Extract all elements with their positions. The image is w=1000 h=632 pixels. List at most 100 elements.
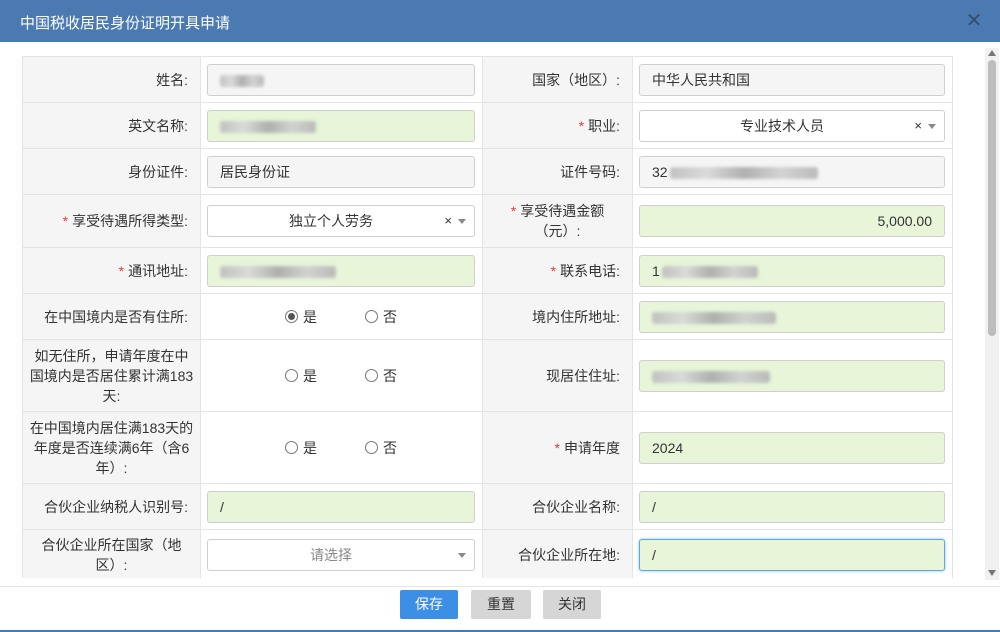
occupation-value: 专业技术人员 — [740, 117, 824, 134]
redacted-value — [220, 74, 264, 87]
radio-unchecked-icon[interactable] — [285, 441, 299, 454]
radio-label: 是 — [303, 367, 318, 384]
occupation-label: * 职业: — [482, 102, 633, 149]
residence-no-radio[interactable]: 否 — [364, 307, 397, 327]
chevron-down-icon[interactable] — [928, 123, 936, 129]
clear-icon[interactable]: × — [444, 206, 452, 236]
id-type-label: 身份证件: — [22, 148, 201, 195]
redacted-value — [661, 265, 758, 278]
six-years-yes-radio[interactable]: 是 — [285, 438, 317, 458]
apply-year-label: * 申请年度 — [482, 411, 633, 484]
radio-unchecked-icon[interactable] — [364, 369, 378, 382]
phone-prefix: 1 — [652, 262, 660, 279]
phone-label-text: 联系电话: — [560, 262, 620, 279]
english-name-label: 英文名称: — [22, 102, 201, 149]
partner-name-field[interactable]: / — [639, 490, 945, 523]
id-number-field[interactable]: 32 — [639, 155, 945, 188]
dialog-title: 中国税收居民身份证明开具申请 — [20, 15, 231, 32]
radio-unchecked-icon[interactable] — [285, 369, 299, 382]
address-label: * 通讯地址: — [22, 247, 201, 294]
redacted-value — [652, 311, 776, 324]
chevron-down-icon[interactable] — [458, 219, 466, 224]
radio-checked-icon[interactable] — [285, 310, 299, 323]
form-row: 英文名称: * 职业: 专业技术人员 × — [22, 102, 953, 149]
scroll-down-icon[interactable] — [988, 570, 996, 576]
id-type-field[interactable]: 居民身份证 — [207, 155, 475, 188]
six-years-radio-group: 是 否 — [200, 411, 483, 484]
name-field[interactable] — [207, 63, 475, 96]
radio-label: 是 — [303, 439, 318, 456]
residence-label: 在中国境内是否有住所: — [22, 293, 201, 340]
required-mark: * — [554, 439, 560, 456]
income-type-value: 独立个人劳务 — [289, 213, 373, 229]
radio-label: 否 — [382, 367, 397, 384]
apply-year-field[interactable]: 2024 — [639, 431, 945, 464]
radio-label: 否 — [382, 439, 397, 456]
domestic-address-field[interactable] — [639, 300, 945, 333]
id-number-label: 证件号码: — [482, 148, 633, 195]
required-mark: * — [62, 213, 69, 229]
dialog-titlebar: 中国税收居民身份证明开具申请 ✕ — [0, 0, 1000, 42]
current-address-field[interactable] — [639, 359, 945, 392]
stay-183-radio-group: 是 否 — [200, 339, 483, 412]
redacted-value — [220, 265, 336, 278]
six-years-no-radio[interactable]: 否 — [364, 438, 397, 458]
treaty-amount-label: * 享受待遇金额（元）: — [482, 194, 633, 248]
radio-unchecked-icon[interactable] — [364, 441, 378, 454]
partner-country-placeholder: 请选择 — [310, 546, 352, 563]
income-type-label: * 享受待遇所得类型: — [22, 194, 201, 248]
required-mark: * — [578, 117, 585, 134]
radio-unchecked-icon[interactable] — [364, 310, 378, 323]
residence-radio-group: 是 否 — [200, 293, 483, 340]
treaty-amount-field[interactable]: 5,000.00 — [639, 205, 945, 237]
address-field[interactable] — [207, 254, 475, 287]
treaty-amount-label-text: 享受待遇金额（元）: — [520, 203, 605, 239]
required-mark: * — [118, 262, 125, 279]
partner-location-label: 合伙企业所在地: — [482, 529, 633, 578]
phone-field[interactable]: 1 — [639, 254, 945, 287]
income-type-label-text: 享受待遇所得类型: — [72, 213, 188, 229]
form-row: 在中国境内是否有住所: 是 否 境内住所地址: — [22, 293, 953, 340]
income-type-select[interactable]: 独立个人劳务 × — [207, 205, 475, 237]
residence-yes-radio[interactable]: 是 — [285, 307, 317, 327]
scrollbar-thumb[interactable] — [988, 60, 996, 336]
form-row: 合伙企业纳税人识别号: / 合伙企业名称: / — [22, 483, 953, 530]
chevron-down-icon[interactable] — [458, 552, 466, 558]
occupation-select[interactable]: 专业技术人员 × — [639, 109, 945, 142]
application-form: 姓名: 国家（地区）: 中华人民共和国 英文名称: * 职业: 专业技术人员 × 身… — [22, 56, 953, 578]
form-row: 身份证件: 居民身份证 证件号码: 32 — [22, 148, 953, 195]
partner-name-label: 合伙企业名称: — [482, 483, 633, 530]
form-row: 如无住所，申请年度在中国境内是否居住累计满183天: 是 否 现居住住址: — [22, 339, 953, 412]
english-name-field[interactable] — [207, 109, 475, 142]
country-field[interactable]: 中华人民共和国 — [639, 63, 945, 96]
close-button[interactable]: 关闭 — [543, 590, 601, 619]
close-icon[interactable]: ✕ — [962, 9, 986, 33]
partner-tax-id-label: 合伙企业纳税人识别号: — [22, 483, 201, 530]
radio-label: 否 — [382, 308, 397, 325]
domestic-address-label: 境内住所地址: — [482, 293, 633, 340]
vertical-scrollbar[interactable] — [985, 48, 999, 580]
partner-location-field[interactable]: / — [639, 538, 945, 571]
stay-183-yes-radio[interactable]: 是 — [285, 366, 317, 386]
form-row: * 享受待遇所得类型: 独立个人劳务 × * 享受待遇金额（元）: 5,000.00 — [22, 194, 953, 248]
save-button[interactable]: 保存 — [400, 590, 458, 619]
name-label: 姓名: — [22, 56, 201, 103]
form-area: 姓名: 国家（地区）: 中华人民共和国 英文名称: * 职业: 专业技术人员 × 身… — [22, 56, 964, 578]
clear-icon[interactable]: × — [914, 111, 922, 141]
six-years-label: 在中国境内居住满183天的年度是否连续满6年（含6年）: — [22, 411, 201, 484]
partner-country-label: 合伙企业所在国家（地区）: — [22, 529, 201, 578]
stay-183-label: 如无住所，申请年度在中国境内是否居住累计满183天: — [22, 339, 201, 412]
phone-label: * 联系电话: — [482, 247, 633, 294]
partner-tax-id-field[interactable]: / — [207, 490, 475, 523]
occupation-label-text: 职业: — [588, 117, 620, 134]
partner-country-select[interactable]: 请选择 — [207, 538, 475, 571]
redacted-value — [652, 370, 770, 383]
address-label-text: 通讯地址: — [128, 262, 188, 279]
redacted-value — [669, 166, 818, 179]
apply-year-label-text: 申请年度 — [564, 439, 620, 456]
reset-button[interactable]: 重置 — [471, 590, 531, 619]
scroll-up-icon[interactable] — [988, 50, 996, 56]
radio-label: 是 — [303, 308, 318, 325]
stay-183-no-radio[interactable]: 否 — [364, 366, 397, 386]
form-row: 合伙企业所在国家（地区）: 请选择 合伙企业所在地: / — [22, 529, 953, 578]
